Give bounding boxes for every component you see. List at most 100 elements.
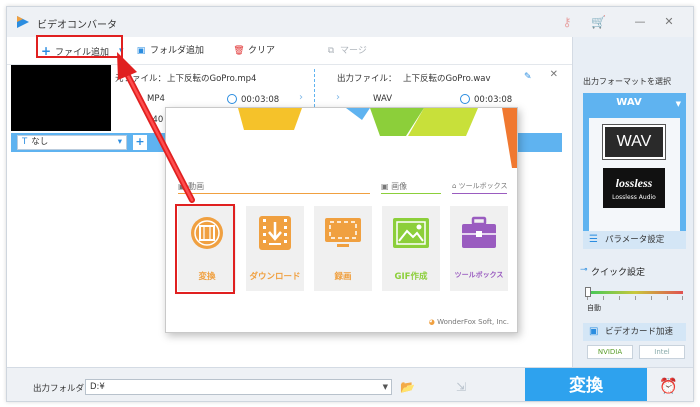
- clear-button[interactable]: 🗑 クリア: [233, 42, 275, 60]
- output-label: 出力ファイル：: [337, 74, 397, 84]
- gpu-acceleration-label: ビデオカード加速: [605, 327, 674, 337]
- convert-button[interactable]: 変換: [525, 368, 647, 401]
- lossless-text: lossless: [615, 176, 653, 190]
- output-folder-value: D:¥: [90, 382, 105, 392]
- format-preview: WAV lossless Lossless Audio: [589, 118, 680, 237]
- edit-output-name-icon[interactable]: ✎: [524, 72, 532, 82]
- tile-gif[interactable]: GIF作成: [382, 206, 440, 291]
- section-image-label: 画像: [391, 182, 408, 191]
- tile-download[interactable]: ダウンロード: [246, 206, 304, 291]
- tile-toolbox[interactable]: ツールボックス: [450, 206, 508, 291]
- text-icon: T: [22, 137, 28, 147]
- tile-toolbox-label: ツールボックス: [454, 271, 504, 279]
- tile-download-label: ダウンロード: [249, 272, 301, 282]
- decorative-banner: [238, 108, 517, 168]
- wav-logo: WAV: [602, 124, 666, 160]
- chevron-down-icon: ▾: [117, 137, 122, 147]
- cart-icon[interactable]: 🛒: [591, 15, 606, 29]
- copyright-label: WonderFox Soft, Inc.: [437, 318, 509, 326]
- source-label: 元ファイル：: [115, 74, 167, 84]
- lossless-subtext: Lossless Audio: [612, 194, 656, 201]
- source-duration: 00:03:08: [241, 95, 280, 105]
- format-name: WAV: [616, 97, 642, 108]
- image-section-icon: ▣: [381, 182, 392, 191]
- export-icon[interactable]: ⇲: [456, 380, 466, 394]
- subtitle-value: なし: [31, 137, 49, 147]
- image-section-line: [381, 193, 441, 194]
- section-video-header: ▣ 動画: [178, 181, 204, 192]
- open-folder-icon[interactable]: 📂: [400, 380, 415, 394]
- merge-label: マージ: [340, 46, 367, 56]
- key-icon[interactable]: ⚷: [560, 15, 574, 29]
- slider-ticks: [587, 296, 683, 300]
- right-panel: 出力フォーマットを選択 WAV ▼ WAV lossless Lossless …: [572, 37, 693, 367]
- output-format: WAV: [373, 94, 393, 104]
- chip-icon: ▣: [589, 326, 599, 337]
- subtitle-select[interactable]: T なし ▾: [17, 135, 127, 150]
- add-file-highlight-box: [36, 35, 123, 58]
- quality-slider[interactable]: [587, 291, 683, 294]
- output-duration: 00:03:08: [474, 95, 513, 105]
- alarm-clock-icon[interactable]: ⏰: [659, 377, 678, 395]
- format-selector[interactable]: WAV ▼ WAV lossless Lossless Audio: [583, 93, 686, 244]
- output-folder-label: 出力フォルダ：: [33, 384, 93, 394]
- video-section-line: [178, 193, 370, 194]
- section-tools-header: ⌂ ツールボックス: [452, 181, 507, 191]
- clear-label: クリア: [248, 46, 276, 56]
- close-window-button[interactable]: ✕: [662, 15, 676, 29]
- lossless-logo: lossless Lossless Audio: [603, 168, 665, 208]
- clock-icon: [460, 94, 470, 104]
- clock-icon: [227, 94, 237, 104]
- tools-section-line: [452, 193, 507, 194]
- toolbox-section-icon: ⌂: [452, 182, 459, 190]
- folder-plus-icon: ▣: [136, 46, 146, 56]
- image-icon: [393, 218, 429, 248]
- remove-file-icon[interactable]: ✕: [550, 69, 558, 80]
- triangle-down-icon: ▼: [675, 100, 681, 108]
- add-subtitle-button[interactable]: +: [133, 135, 147, 150]
- tile-record-label: 録画: [334, 272, 352, 282]
- quick-settings-icon: ⊸: [580, 265, 588, 275]
- tile-record[interactable]: 録画: [314, 206, 372, 291]
- copyright-text: ◕ WonderFox Soft, Inc.: [429, 318, 509, 326]
- source-filename: 上下反転のGoPro.mp4: [167, 74, 257, 84]
- minimize-button[interactable]: —: [633, 15, 647, 29]
- bottom-bar: 出力フォルダ： D:¥ ▼ 📂 ⇲ 変換 ⏰: [7, 367, 693, 401]
- auto-label: 自動: [587, 304, 601, 312]
- video-thumbnail[interactable]: [11, 65, 111, 131]
- toolbox-icon: [462, 216, 496, 248]
- gpu-acceleration-button[interactable]: ▣ ビデオカード加速: [583, 323, 686, 341]
- title-bar: ビデオコンバータ ⚷ 🛒 — ✕: [7, 7, 693, 37]
- download-icon: [259, 216, 291, 250]
- output-format-title: 出力フォーマットを選択: [583, 77, 671, 86]
- convert-tile-highlight-box: [175, 204, 235, 294]
- add-folder-label: フォルダ追加: [150, 46, 205, 56]
- merge-icon: ⧉: [327, 46, 335, 56]
- nvidia-badge: NVIDIA: [587, 345, 633, 359]
- chevron-right-icon: ›: [299, 92, 303, 103]
- output-duration-row: 00:03:08: [460, 94, 512, 105]
- tile-gif-label: GIF作成: [394, 272, 428, 282]
- source-duration-row: 00:03:08: [227, 94, 279, 105]
- slider-thumb[interactable]: [585, 287, 591, 297]
- chevron-right-icon: ›: [336, 92, 340, 103]
- output-folder-field[interactable]: D:¥ ▼: [85, 379, 392, 395]
- add-folder-button[interactable]: ▣ フォルダ追加: [135, 42, 204, 60]
- intel-badge: Intel: [639, 345, 685, 359]
- source-format: MP4: [147, 94, 165, 104]
- chevron-down-icon[interactable]: ▼: [383, 380, 388, 394]
- source-resolution: 640: [147, 115, 164, 125]
- sliders-icon: ☰: [589, 234, 598, 245]
- trash-icon: 🗑: [233, 46, 245, 56]
- merge-button[interactable]: ⧉ マージ: [325, 42, 367, 60]
- wonderfox-logo-icon: ◕: [428, 318, 438, 326]
- app-title: ビデオコンバータ: [37, 20, 117, 31]
- section-image-header: ▣ 画像: [381, 181, 407, 192]
- section-tools-label: ツールボックス: [458, 182, 508, 190]
- video-section-icon: ▣: [178, 182, 189, 191]
- app-logo-icon: [17, 16, 29, 28]
- screen-record-icon: [325, 218, 361, 247]
- parameter-settings-button[interactable]: ☰ パラメータ設定: [583, 231, 686, 249]
- section-video-label: 動画: [188, 182, 205, 191]
- output-filename: 上下反転のGoPro.wav: [403, 74, 491, 84]
